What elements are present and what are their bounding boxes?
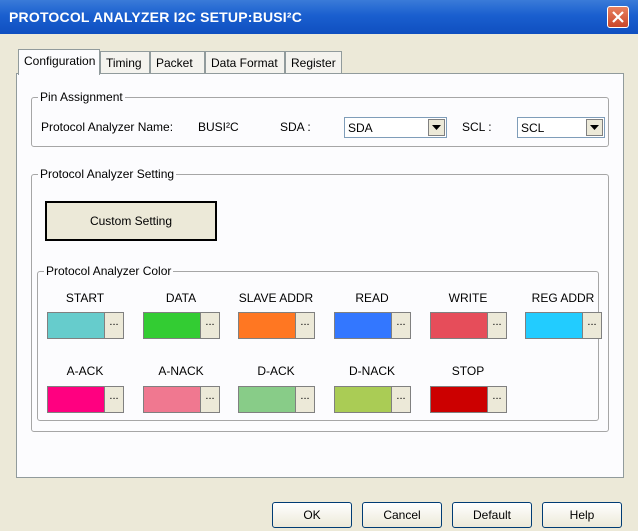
pin-assignment-legend: Pin Assignment <box>38 90 125 104</box>
color-picker-button[interactable]: ... <box>391 387 410 412</box>
tab-timing[interactable]: Timing <box>100 51 150 73</box>
sda-select-value: SDA <box>348 121 373 135</box>
color-picker-button[interactable]: ... <box>295 313 314 338</box>
color-picker-button[interactable]: ... <box>104 313 123 338</box>
color-swatch <box>48 313 104 338</box>
sda-select[interactable]: SDA <box>344 117 447 138</box>
analyzer-name-label: Protocol Analyzer Name: <box>41 120 174 134</box>
tab-label: Data Format <box>211 56 278 70</box>
color-label-stop: STOP <box>451 364 485 378</box>
color-swatch <box>48 387 104 412</box>
color-picker-start[interactable]: ... <box>47 312 124 339</box>
cancel-button[interactable]: Cancel <box>362 502 442 528</box>
color-picker-button[interactable]: ... <box>391 313 410 338</box>
color-picker-a-ack[interactable]: ... <box>47 386 124 413</box>
color-label-read: READ <box>355 291 389 305</box>
pin-assignment-group: Pin Assignment Protocol Analyzer Name: B… <box>31 90 609 147</box>
color-picker-button[interactable]: ... <box>104 387 123 412</box>
default-button[interactable]: Default <box>452 502 532 528</box>
color-label-slave-addr: SLAVE ADDR <box>238 291 314 305</box>
color-label-a-ack: A-ACK <box>66 364 104 378</box>
color-picker-reg-addr[interactable]: ... <box>525 312 602 339</box>
analyzer-setting-legend: Protocol Analyzer Setting <box>38 167 177 181</box>
color-swatch <box>431 313 487 338</box>
color-swatch <box>335 387 391 412</box>
ok-button[interactable]: OK <box>272 502 352 528</box>
window-title: PROTOCOL ANALYZER I2C SETUP:BUSI²C <box>9 9 303 25</box>
color-swatch <box>431 387 487 412</box>
tab-label: Register <box>291 56 336 70</box>
tab-packet[interactable]: Packet <box>150 51 205 73</box>
color-swatch <box>239 313 295 338</box>
color-swatch <box>239 387 295 412</box>
tab-data-format[interactable]: Data Format <box>205 51 285 73</box>
scl-select[interactable]: SCL <box>517 117 605 138</box>
color-picker-button[interactable]: ... <box>200 387 219 412</box>
color-picker-data[interactable]: ... <box>143 312 220 339</box>
color-picker-button[interactable]: ... <box>200 313 219 338</box>
tab-register[interactable]: Register <box>285 51 342 73</box>
help-button[interactable]: Help <box>542 502 622 528</box>
color-picker-button[interactable]: ... <box>487 313 506 338</box>
chevron-down-icon[interactable] <box>586 119 603 136</box>
close-button[interactable] <box>607 6 629 28</box>
color-label-reg-addr: REG ADDR <box>531 291 595 305</box>
tab-label: Packet <box>156 56 193 70</box>
color-swatch <box>526 313 582 338</box>
color-picker-a-nack[interactable]: ... <box>143 386 220 413</box>
tab-label: Configuration <box>24 54 96 68</box>
color-picker-button[interactable]: ... <box>582 313 601 338</box>
color-label-write: WRITE <box>448 291 488 305</box>
color-picker-slave-addr[interactable]: ... <box>238 312 315 339</box>
analyzer-color-legend: Protocol Analyzer Color <box>44 264 174 278</box>
scl-label: SCL : <box>462 120 492 134</box>
color-picker-stop[interactable]: ... <box>430 386 507 413</box>
analyzer-name-value: BUSI²C <box>198 120 239 134</box>
tab-label: Timing <box>106 56 142 70</box>
close-icon <box>612 11 624 23</box>
dialog-window: PROTOCOL ANALYZER I2C SETUP:BUSI²C Confi… <box>0 0 638 531</box>
scl-select-value: SCL <box>521 121 545 135</box>
tab-panel-configuration: Pin Assignment Protocol Analyzer Name: B… <box>16 73 624 478</box>
color-picker-read[interactable]: ... <box>334 312 411 339</box>
color-swatch <box>144 387 200 412</box>
color-label-d-nack: D-NACK <box>348 364 395 378</box>
color-picker-d-nack[interactable]: ... <box>334 386 411 413</box>
color-swatch <box>144 313 200 338</box>
color-picker-button[interactable]: ... <box>295 387 314 412</box>
color-picker-write[interactable]: ... <box>430 312 507 339</box>
color-swatch <box>335 313 391 338</box>
color-label-data: DATA <box>165 291 197 305</box>
sda-label: SDA : <box>280 120 311 134</box>
tab-configuration[interactable]: Configuration <box>18 49 100 75</box>
color-label-start: START <box>65 291 105 305</box>
color-label-a-nack: A-NACK <box>158 364 204 378</box>
chevron-down-icon[interactable] <box>428 119 445 136</box>
title-bar: PROTOCOL ANALYZER I2C SETUP:BUSI²C <box>0 0 638 34</box>
color-picker-button[interactable]: ... <box>487 387 506 412</box>
color-picker-d-ack[interactable]: ... <box>238 386 315 413</box>
custom-setting-button[interactable]: Custom Setting <box>45 201 217 241</box>
color-label-d-ack: D-ACK <box>257 364 295 378</box>
